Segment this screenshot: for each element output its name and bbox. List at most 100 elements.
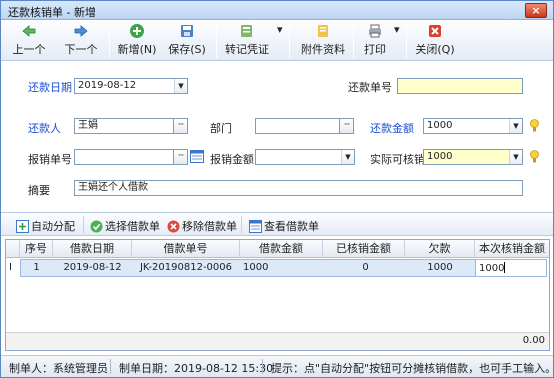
remove-loan-label: 移除借款单	[182, 220, 237, 233]
main-toolbar: 上一个 下一个 新增(N) 保存(S) 转记凭证 ▾ 附件资料 打印 ▾ 关闭(…	[1, 21, 553, 61]
voucher-icon	[241, 25, 252, 37]
view-loan-button[interactable]: 查看借款单	[249, 218, 319, 234]
cell-current-input[interactable]: 1000	[475, 259, 547, 277]
repayer-field[interactable]: 王娟	[74, 118, 175, 134]
cell-amount: 1000	[243, 262, 269, 273]
toolbar-divider	[289, 26, 290, 58]
check-icon	[90, 220, 103, 233]
auto-allocate-icon	[16, 220, 29, 233]
actual-label: 实际可核销	[370, 153, 425, 166]
dept-label: 部门	[210, 122, 232, 135]
status-hint: 提示：点"自动分配"按钮可分摊核销借款，也可手工输入。	[271, 362, 554, 375]
lightbulb-icon[interactable]	[530, 150, 539, 164]
attachment-label: 附件资料	[301, 43, 345, 56]
arrow-left-icon	[22, 25, 36, 37]
amount-field[interactable]: 1000	[423, 118, 523, 134]
cell-owed: 1000	[427, 262, 453, 273]
grid-footer: 0.00	[6, 332, 549, 350]
close-label: 关闭(Q)	[415, 43, 455, 56]
memo-label: 摘要	[28, 184, 50, 197]
repayment-writeoff-window: 还款核销单 - 新增 × 上一个 下一个 新增(N) 保存(S) 转记凭证 ▾	[0, 0, 554, 378]
repay-date-dropdown-icon[interactable]: ▼	[174, 79, 187, 93]
view-loan-label: 查看借款单	[264, 220, 319, 233]
print-button[interactable]: 打印	[360, 23, 390, 57]
voucher-dropdown-icon[interactable]: ▾	[277, 23, 283, 36]
claim-amount-dropdown-icon[interactable]: ▼	[341, 150, 354, 164]
new-button[interactable]: 新增(N)	[115, 23, 159, 57]
auto-allocate-label: 自动分配	[31, 220, 75, 233]
select-loan-button[interactable]: 选择借款单	[90, 218, 160, 234]
printer-icon	[369, 24, 381, 38]
attachment-icon	[318, 25, 328, 37]
col-header-written-off[interactable]: 已核销金额	[323, 240, 405, 258]
actual-dropdown-icon[interactable]: ▼	[509, 150, 522, 164]
lightbulb-icon[interactable]	[530, 119, 539, 133]
window-title: 还款核销单 - 新增	[8, 6, 96, 19]
title-bar: 还款核销单 - 新增 ×	[1, 1, 553, 20]
save-icon	[181, 25, 193, 37]
attachment-button[interactable]: 附件资料	[298, 23, 348, 57]
repay-no-label: 还款单号	[348, 81, 392, 94]
form-area: 还款日期 2019-08-12 ▼ 还款单号 还款人 王娟 ··· 部门 ···…	[1, 62, 553, 208]
repay-date-field[interactable]: 2019-08-12	[74, 78, 188, 94]
next-label: 下一个	[64, 43, 98, 56]
col-header-current[interactable]: 本次核销金额	[475, 240, 549, 258]
save-button[interactable]: 保存(S)	[164, 23, 210, 57]
remove-icon	[167, 220, 180, 233]
cell-date: 2019-08-12	[63, 262, 122, 273]
close-button[interactable]: 关闭(Q)	[413, 23, 457, 57]
status-creator: 制单人：系统管理员	[9, 362, 108, 375]
toolbar-divider	[83, 216, 84, 234]
toolbar-divider	[216, 26, 217, 58]
cell-no: JK-20190812-0006	[139, 262, 233, 273]
toolbar-divider	[406, 26, 407, 58]
list-icon[interactable]	[190, 150, 204, 163]
col-header-amount[interactable]: 借款金额	[240, 240, 323, 258]
new-label: 新增(N)	[117, 43, 157, 56]
actual-value: 1000	[427, 151, 453, 162]
view-list-icon	[249, 220, 262, 233]
save-label: 保存(S)	[168, 43, 206, 56]
status-create-date: 制单日期：2019-08-12 15:30	[119, 362, 274, 375]
repayer-label: 还款人	[28, 122, 61, 135]
claim-no-label: 报销单号	[28, 153, 72, 166]
toolbar-divider	[241, 216, 242, 234]
dept-lookup-button[interactable]: ···	[339, 118, 354, 134]
col-header-seq[interactable]: 序号	[20, 240, 53, 258]
claim-amount-label: 报销金额	[210, 153, 254, 166]
cell-written-off: 0	[362, 262, 369, 273]
prev-button[interactable]: 上一个	[7, 23, 51, 57]
cell-current: 1000	[479, 263, 505, 274]
dept-field[interactable]	[255, 118, 341, 134]
actual-field[interactable]: 1000	[423, 149, 523, 165]
repayer-lookup-button[interactable]: ···	[173, 118, 188, 134]
repay-no-field[interactable]	[397, 78, 523, 94]
table-row[interactable]: I 1 2019-08-12 JK-20190812-0006 1000 0 1…	[6, 259, 549, 277]
amount-value: 1000	[427, 120, 453, 131]
col-header-owed[interactable]: 欠款	[405, 240, 475, 258]
close-window-button[interactable]: ×	[525, 3, 547, 18]
grid-header: 序号 借款日期 借款单号 借款金额 已核销金额 欠款 本次核销金额	[6, 240, 549, 258]
status-divider	[262, 359, 263, 374]
grid-toolbar: 自动分配 选择借款单 移除借款单 查看借款单	[1, 212, 553, 236]
col-header-date[interactable]: 借款日期	[53, 240, 132, 258]
add-icon	[130, 24, 144, 38]
text-cursor	[504, 262, 506, 273]
status-divider	[110, 359, 111, 374]
total-value: 0.00	[522, 335, 545, 346]
loan-grid: 序号 借款日期 借款单号 借款金额 已核销金额 欠款 本次核销金额 I 1 20…	[5, 239, 550, 351]
auto-allocate-button[interactable]: 自动分配	[16, 218, 75, 234]
amount-dropdown-icon[interactable]: ▼	[509, 119, 522, 133]
next-button[interactable]: 下一个	[59, 23, 103, 57]
claim-no-field[interactable]	[74, 149, 175, 165]
claim-no-lookup-button[interactable]: ···	[173, 149, 188, 165]
toolbar-divider	[109, 26, 110, 58]
prev-label: 上一个	[12, 43, 46, 56]
print-dropdown-icon[interactable]: ▾	[394, 23, 400, 36]
print-label: 打印	[364, 43, 386, 56]
claim-amount-field[interactable]	[255, 149, 355, 165]
voucher-button[interactable]: 转记凭证	[222, 23, 272, 57]
memo-field[interactable]: 王娟还个人借款	[74, 180, 523, 196]
remove-loan-button[interactable]: 移除借款单	[167, 218, 237, 234]
col-header-no[interactable]: 借款单号	[132, 240, 240, 258]
